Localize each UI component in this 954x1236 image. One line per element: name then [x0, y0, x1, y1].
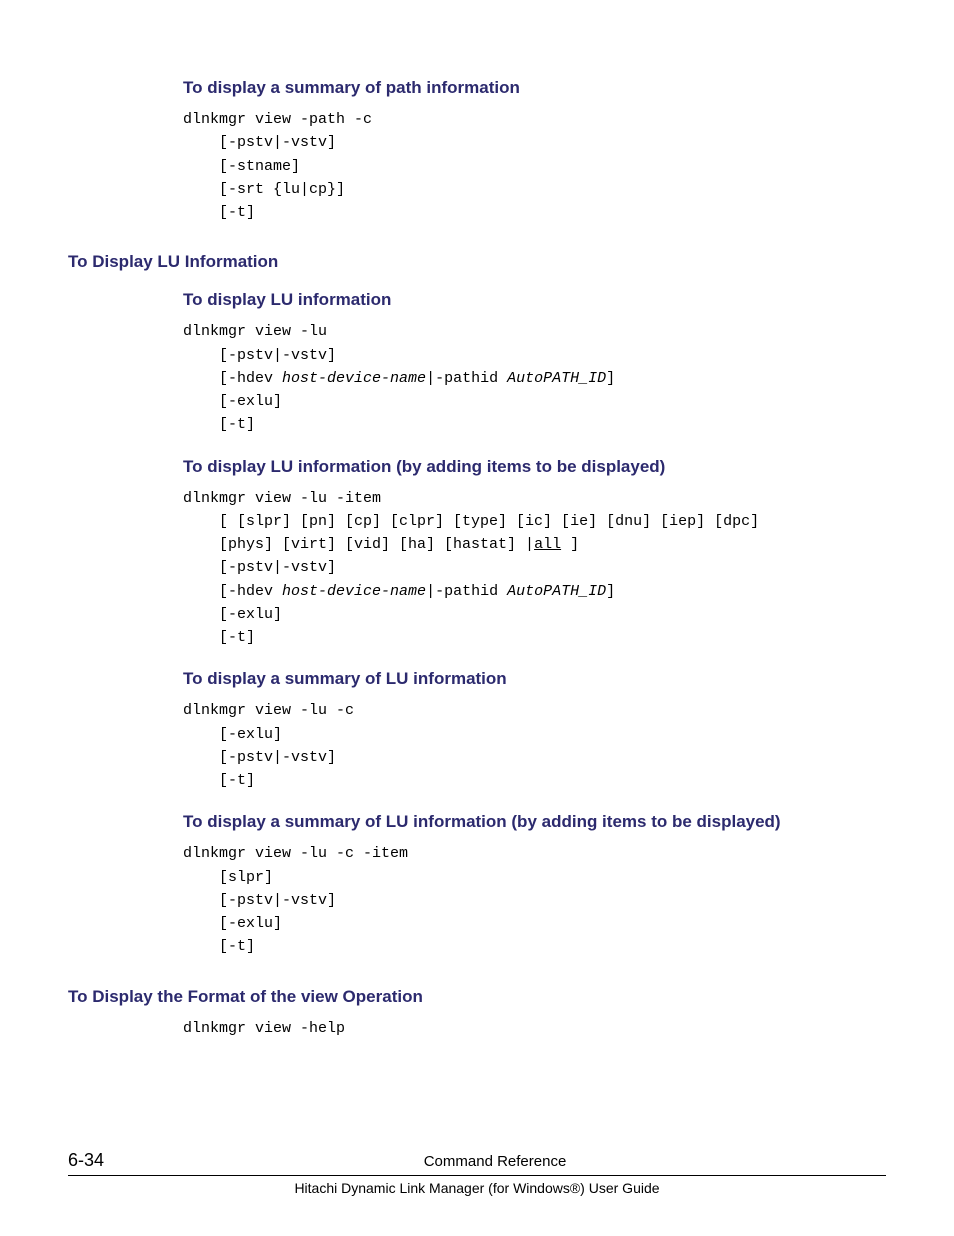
code-line: dlnkmgr view -help: [183, 1020, 345, 1037]
code-text: ]: [561, 536, 579, 553]
code-param: host-device-name: [282, 583, 426, 600]
code-lu-info-items: dlnkmgr view -lu -item [ [slpr] [pn] [cp…: [183, 487, 886, 650]
code-line: [ [slpr] [pn] [cp] [clpr] [type] [ic] [i…: [183, 513, 759, 530]
code-line: [-exlu]: [183, 915, 282, 932]
code-line: [-pstv|-vstv]: [183, 749, 336, 766]
code-line: [-exlu]: [183, 393, 282, 410]
code-text: [-hdev: [183, 583, 282, 600]
page-footer: 6-34 Command Reference Hitachi Dynamic L…: [68, 1150, 886, 1196]
page-number: 6-34: [68, 1150, 104, 1171]
code-line: [-exlu]: [183, 726, 282, 743]
footer-divider: [68, 1175, 886, 1176]
code-lu-summary-items: dlnkmgr view -lu -c -item [slpr] [-pstv|…: [183, 842, 886, 958]
heading-lu-info: To display LU information: [183, 290, 886, 310]
code-line: dlnkmgr view -lu -item: [183, 490, 381, 507]
code-line: [-hdev host-device-name|-pathid AutoPATH…: [183, 370, 615, 387]
code-view-help: dlnkmgr view -help: [183, 1017, 886, 1040]
code-param: AutoPATH_ID: [507, 583, 606, 600]
code-lu-info: dlnkmgr view -lu [-pstv|-vstv] [-hdev ho…: [183, 320, 886, 436]
code-line: dlnkmgr view -path -c: [183, 111, 372, 128]
code-line: [-t]: [183, 204, 255, 221]
code-param: AutoPATH_ID: [507, 370, 606, 387]
heading-lu-info-section: To Display LU Information: [68, 252, 886, 272]
chapter-title: Command Reference: [104, 1153, 886, 1170]
code-text: |-pathid: [426, 583, 507, 600]
code-line: [-t]: [183, 772, 255, 789]
code-line: [slpr]: [183, 869, 273, 886]
code-text: [-hdev: [183, 370, 282, 387]
code-text: |-pathid: [426, 370, 507, 387]
code-line: dlnkmgr view -lu -c -item: [183, 845, 408, 862]
code-line: [-hdev host-device-name|-pathid AutoPATH…: [183, 583, 615, 600]
code-line: [phys] [virt] [vid] [ha] [hastat] |all ]: [183, 536, 579, 553]
code-line: [-t]: [183, 938, 255, 955]
code-line: dlnkmgr view -lu: [183, 323, 327, 340]
code-path-summary: dlnkmgr view -path -c [-pstv|-vstv] [-st…: [183, 108, 886, 224]
code-line: [-t]: [183, 629, 255, 646]
code-keyword: all: [534, 536, 561, 553]
code-line: [-exlu]: [183, 606, 282, 623]
heading-lu-summary: To display a summary of LU information: [183, 669, 886, 689]
code-text: [phys] [virt] [vid] [ha] [hastat] |: [183, 536, 534, 553]
code-text: ]: [606, 370, 615, 387]
heading-lu-info-items: To display LU information (by adding ite…: [183, 457, 886, 477]
code-line: [-pstv|-vstv]: [183, 559, 336, 576]
heading-path-summary: To display a summary of path information: [183, 78, 886, 98]
code-line: [-pstv|-vstv]: [183, 134, 336, 151]
code-line: [-stname]: [183, 158, 300, 175]
code-line: [-pstv|-vstv]: [183, 892, 336, 909]
guide-title: Hitachi Dynamic Link Manager (for Window…: [68, 1180, 886, 1196]
heading-lu-summary-items: To display a summary of LU information (…: [183, 812, 886, 832]
code-line: [-pstv|-vstv]: [183, 347, 336, 364]
code-line: [-srt {lu|cp}]: [183, 181, 345, 198]
code-lu-summary: dlnkmgr view -lu -c [-exlu] [-pstv|-vstv…: [183, 699, 886, 792]
code-line: [-t]: [183, 416, 255, 433]
code-param: host-device-name: [282, 370, 426, 387]
code-text: ]: [606, 583, 615, 600]
code-line: dlnkmgr view -lu -c: [183, 702, 354, 719]
heading-format-view: To Display the Format of the view Operat…: [68, 987, 886, 1007]
